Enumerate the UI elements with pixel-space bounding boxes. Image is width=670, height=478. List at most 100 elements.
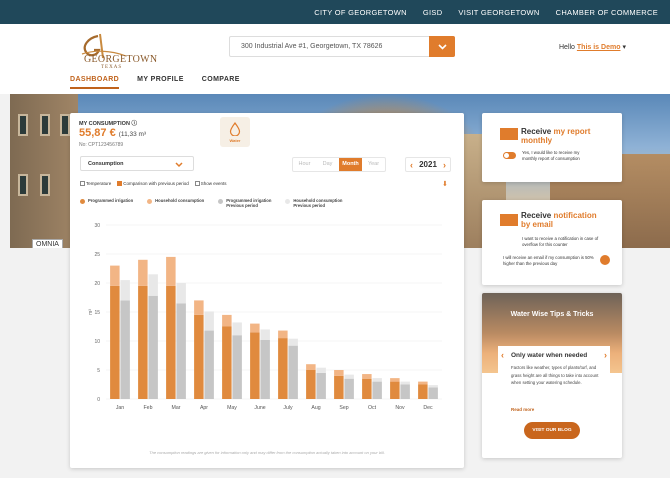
bar-programmed-irrigation-previous bbox=[204, 330, 214, 399]
edit-threshold-button[interactable] bbox=[600, 255, 610, 265]
x-tick-label: Apr bbox=[200, 405, 208, 411]
events-checkbox[interactable]: Show events bbox=[194, 181, 227, 187]
bar-programmed-irrigation bbox=[390, 381, 400, 399]
bar-programmed-irrigation bbox=[250, 332, 260, 399]
address-select[interactable]: 300 Industrial Ave #1, Georgetown, TX 78… bbox=[229, 36, 455, 57]
next-year-icon[interactable]: › bbox=[443, 160, 446, 170]
link-gisd[interactable]: GISD bbox=[423, 8, 443, 17]
period-year[interactable]: Year bbox=[362, 158, 385, 171]
bar-household-consumption-previous bbox=[288, 338, 298, 346]
comparison-checkbox[interactable]: Comparison with previous period bbox=[117, 181, 189, 187]
address-value: 300 Industrial Ave #1, Georgetown, TX 78… bbox=[241, 43, 383, 50]
bar-household-consumption-previous bbox=[316, 367, 326, 373]
bar-programmed-irrigation-previous bbox=[316, 372, 326, 399]
period-month[interactable]: Month bbox=[339, 158, 362, 171]
tab-compare[interactable]: COMPARE bbox=[202, 76, 240, 89]
chevron-down-icon[interactable] bbox=[429, 36, 455, 57]
chart-options: Temperature Comparison with previous per… bbox=[80, 181, 227, 187]
water-badge: Water bbox=[220, 117, 250, 147]
prev-tip-icon[interactable]: ‹ bbox=[501, 350, 504, 360]
x-tick-label: Jan bbox=[116, 405, 124, 411]
y-tick-label: 20 bbox=[94, 281, 100, 287]
y-tick-label: 0 bbox=[97, 397, 100, 403]
link-visit[interactable]: VISIT GEORGETOWN bbox=[458, 8, 539, 17]
monthly-report-toggle[interactable] bbox=[503, 152, 516, 159]
bar-household-consumption-previous bbox=[428, 385, 438, 388]
bar-household-consumption-previous bbox=[148, 274, 158, 296]
year-navigator: ‹ 2021 › bbox=[405, 157, 451, 172]
consumption-card: MY CONSUMPTION ⓘ 55,87 € (11,33 m³ No: C… bbox=[70, 113, 464, 468]
bar-programmed-irrigation bbox=[110, 285, 120, 399]
y-tick-label: 30 bbox=[94, 223, 100, 229]
bar-household-consumption bbox=[194, 300, 204, 315]
bar-household-consumption bbox=[166, 256, 176, 286]
monthly-report-card: Receive my report monthly Yes, I would li… bbox=[482, 113, 622, 182]
bar-household-consumption-previous bbox=[176, 283, 186, 304]
logo-sub: TEXAS bbox=[101, 65, 123, 70]
x-tick-label: Sep bbox=[339, 405, 348, 411]
tips-card: Water Wise Tips & Tricks ‹ Only water wh… bbox=[482, 293, 622, 458]
bar-household-consumption-previous bbox=[400, 381, 410, 385]
x-tick-label: Dec bbox=[423, 405, 433, 411]
link-city[interactable]: CITY OF GEORGETOWN bbox=[314, 8, 407, 17]
tip-heading: Only water when needed bbox=[511, 352, 588, 359]
x-tick-label: Nov bbox=[395, 405, 405, 411]
prev-year-icon[interactable]: ‹ bbox=[410, 160, 413, 170]
legend-item: Household consumption bbox=[147, 198, 204, 208]
main-nav: DASHBOARD MY PROFILE COMPARE bbox=[70, 76, 240, 89]
notification-title: Receive notification by email bbox=[521, 211, 597, 229]
overflow-option[interactable]: I want to receive a notification in case… bbox=[522, 236, 607, 247]
period-hour[interactable]: Hour bbox=[293, 158, 316, 171]
consumption-chart: 0 5 10 15 20 25 30 m³ Jan Feb Mar Apr May June July Aug… bbox=[88, 223, 442, 411]
tab-dashboard[interactable]: DASHBOARD bbox=[70, 76, 120, 89]
read-more-link[interactable]: Read more bbox=[511, 407, 534, 412]
bar-programmed-irrigation bbox=[138, 285, 148, 399]
bar-household-consumption bbox=[306, 364, 316, 370]
monthly-report-title: Receive my report monthly bbox=[521, 127, 591, 145]
mail-icon bbox=[500, 128, 518, 140]
bar-programmed-irrigation bbox=[194, 314, 204, 399]
bar-household-consumption bbox=[390, 378, 400, 382]
building-left bbox=[10, 94, 78, 248]
omnia-sign: OMNIA bbox=[32, 239, 63, 248]
x-tick-label: June bbox=[254, 405, 265, 411]
y-tick-label: 10 bbox=[94, 339, 100, 345]
download-icon[interactable]: ⬇ bbox=[442, 180, 448, 188]
next-tip-icon[interactable]: › bbox=[604, 350, 607, 360]
bar-programmed-irrigation-previous bbox=[120, 300, 130, 399]
x-tick-label: Feb bbox=[144, 405, 153, 411]
meter-number: No: CPT123456789 bbox=[79, 142, 124, 148]
bar-programmed-irrigation-previous bbox=[148, 295, 158, 399]
bar-household-consumption-previous bbox=[204, 311, 214, 331]
temperature-checkbox[interactable]: Temperature bbox=[80, 181, 111, 187]
visit-blog-button[interactable]: VISIT OUR BLOG bbox=[524, 422, 580, 439]
caret-down-icon[interactable]: ▾ bbox=[622, 44, 626, 51]
bar-programmed-irrigation-previous bbox=[400, 384, 410, 399]
metric-select[interactable]: Consumption bbox=[80, 156, 194, 171]
user-menu[interactable]: Hello This is Demo ▾ bbox=[559, 43, 626, 51]
bar-programmed-irrigation bbox=[362, 378, 372, 399]
water-label: Water bbox=[229, 138, 241, 143]
bar-programmed-irrigation-previous bbox=[372, 381, 382, 399]
bar-household-consumption bbox=[222, 314, 232, 327]
y-axis-label: m³ bbox=[88, 309, 94, 315]
bar-programmed-irrigation-previous bbox=[260, 339, 270, 399]
bar-programmed-irrigation-previous bbox=[176, 303, 186, 399]
bar-household-consumption bbox=[362, 374, 372, 379]
x-tick-label: July bbox=[283, 405, 293, 411]
greeting: Hello bbox=[559, 44, 575, 51]
bar-programmed-irrigation bbox=[306, 370, 316, 399]
period-day[interactable]: Day bbox=[316, 158, 339, 171]
y-tick-label: 25 bbox=[94, 252, 100, 258]
metric-select-value: Consumption bbox=[88, 161, 124, 167]
bar-household-consumption bbox=[250, 323, 260, 333]
bar-programmed-irrigation bbox=[222, 326, 232, 399]
tab-my-profile[interactable]: MY PROFILE bbox=[137, 76, 184, 89]
link-chamber[interactable]: CHAMBER OF COMMERCE bbox=[556, 8, 658, 17]
user-name[interactable]: This is Demo bbox=[577, 44, 621, 51]
chart-legend: Programmed irrigation Household consumpt… bbox=[80, 198, 342, 208]
bar-programmed-irrigation-previous bbox=[232, 335, 242, 399]
bar-programmed-irrigation-previous bbox=[288, 345, 298, 399]
bar-household-consumption-previous bbox=[232, 322, 242, 336]
bar-programmed-irrigation bbox=[334, 375, 344, 399]
